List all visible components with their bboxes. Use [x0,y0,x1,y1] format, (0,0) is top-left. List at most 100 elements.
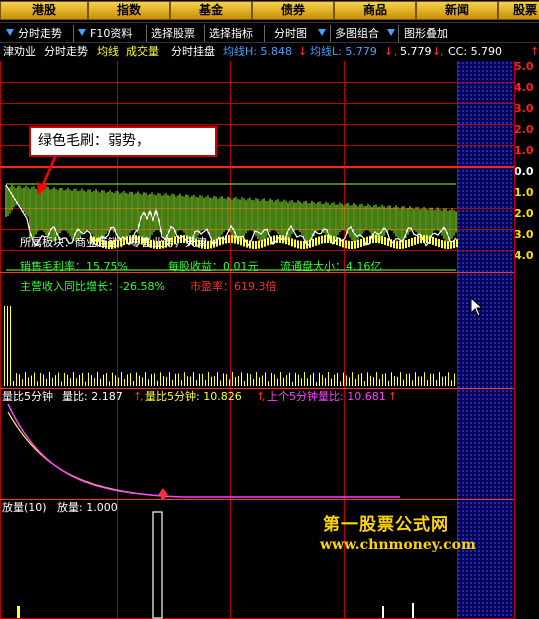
volume-bar [367,372,368,386]
brush-highlight [348,240,350,249]
volume-bar [343,372,344,386]
volume-bar [46,378,47,386]
brush-highlight [360,238,362,247]
volume-bar [304,372,305,386]
volume-bar [61,381,62,386]
volume-bar [223,373,224,386]
volume-bar [409,373,410,386]
brush-highlight [426,235,428,244]
volume-bar [169,372,170,386]
watermark-title: 第一股票公式网 [323,515,449,535]
volume-bar [16,373,17,386]
brush-highlight [357,239,359,248]
volume-bar [286,375,287,386]
brush-highlight [396,240,398,249]
volume-ratio-title: 量比5分钟 量比: 2.187 ↑ , 量比5分钟: 10.826 ↑ , 上个… [2,390,398,403]
brush-highlight [300,240,302,249]
gross-margin-info: 销售毛利率：15.75% [20,260,128,273]
brush-highlight [447,240,449,249]
volume-bar [160,372,161,386]
brush-highlight [354,240,356,249]
volume-bar [313,372,314,386]
volume-bar [292,381,293,386]
volume-bar [178,373,179,386]
volume-bar [25,372,26,386]
volume-bar [55,375,56,386]
volume-bar [229,379,230,386]
fangliang-bar [152,511,163,619]
volume-bar [448,372,449,386]
brush-highlight [432,236,434,245]
volume-bar [199,373,200,386]
volume-bar [190,376,191,386]
fangliang-value: 放量: 1.000 [57,501,118,514]
volume-bar [316,381,317,386]
volume-bar [406,373,407,386]
volume-bar [232,372,233,386]
indicator-name: 放量(10) [2,501,47,514]
brush-highlight [399,240,401,249]
volume-bar [412,380,413,386]
brush-highlight [267,237,269,246]
volume-bar [439,372,440,386]
volume-bar [454,373,455,386]
volume-bar [340,381,341,386]
sector-info: 所属板块：商业连锁，零售业务，天津 [20,236,207,249]
watermark-url: www.chnmoney.com [320,537,476,553]
volume-bar [265,372,266,386]
eps-info: 每股收益：0.01元 [168,260,259,273]
volume-bar [133,381,134,386]
brush-highlight [405,240,407,249]
volume-bar [379,379,380,386]
volume-bar [97,372,98,386]
brush-highlight [315,237,317,246]
volume-bar [118,377,119,386]
volume-bar [337,372,338,386]
volume-bar [307,378,308,386]
volume-bar [49,372,50,386]
volume-bar [19,374,20,386]
brush-highlight [378,235,380,244]
up-arrow-icon [158,488,168,499]
volume-bar [139,375,140,386]
volume-bar [103,374,104,386]
brush-highlight [261,239,263,248]
volume-bar [127,374,128,386]
volume-bar [88,372,89,386]
up-arrow-icon: ↑ [388,390,398,403]
volume-bar [298,374,299,386]
fangliang-bar [412,603,414,618]
volume-bar [271,373,272,386]
volume-bar [37,381,38,386]
volume-bar [148,379,149,386]
volume-bar [289,372,290,386]
brush-highlight [438,239,440,248]
volume-bar [94,377,95,386]
volume-bar [241,372,242,386]
brush-highlight [351,240,353,249]
pe-ratio-info: 市盈率：619.3倍 [190,280,277,293]
brush-highlight [231,235,233,244]
volume-bar [376,372,377,386]
volume-bar [331,378,332,386]
brush-highlight [435,238,437,247]
brush-highlight [264,238,266,247]
brush-highlight [252,240,254,249]
volume-bar [256,372,257,386]
volume-bar [244,380,245,386]
brush-highlight [258,240,260,249]
volume-bar [421,376,422,386]
brush-highlight [417,235,419,244]
volume-bar [325,377,326,386]
volume-bar [70,378,71,386]
volume-bar [172,379,173,386]
volume-bar [250,374,251,386]
volume-bar [91,375,92,386]
volume-bar [301,378,302,386]
brush-highlight [375,235,377,244]
volume-bar [145,372,146,386]
volume-bar [31,375,32,386]
volume-bar [424,372,425,386]
volume-bar [58,372,59,386]
volume-bar [109,381,110,386]
